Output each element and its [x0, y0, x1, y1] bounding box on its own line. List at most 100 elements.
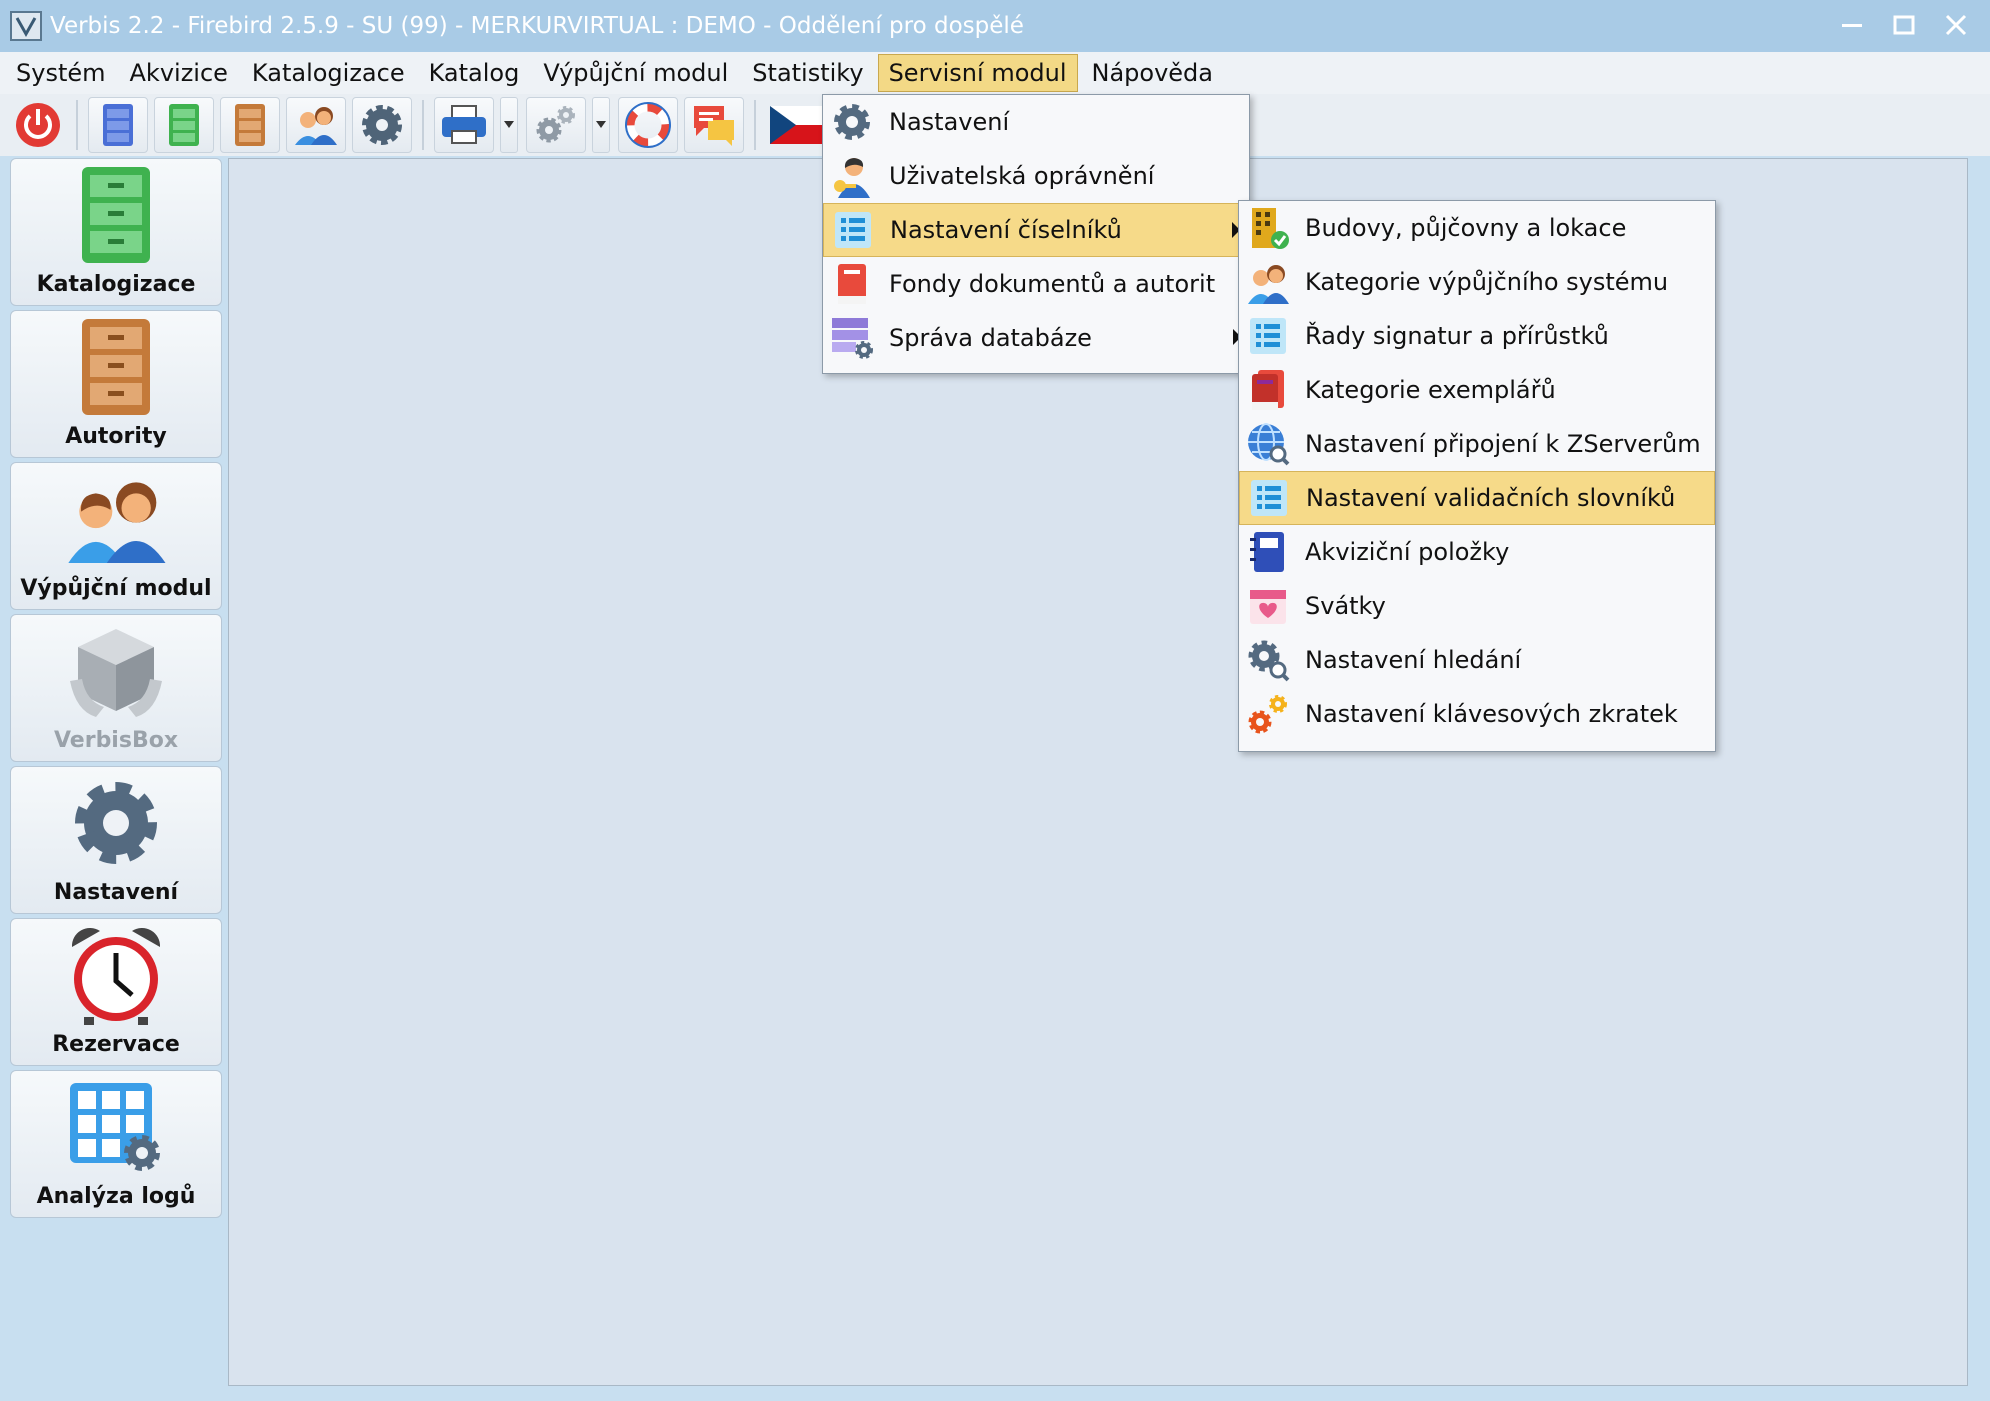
book-icon — [829, 261, 875, 307]
power-icon — [16, 103, 60, 147]
menu-item-label: Nastavení — [889, 108, 1010, 136]
settings-button[interactable] — [352, 97, 412, 153]
maximize-button[interactable] — [1888, 6, 1920, 44]
box-icon — [61, 616, 171, 726]
title-bar: Verbis 2.2 - Firebird 2.5.9 - SU (99) - … — [0, 0, 1990, 52]
menu-item-nastaveni-ciselniku[interactable]: Nastavení číselníků — [823, 203, 1249, 257]
building-check-icon — [1245, 205, 1291, 251]
menu-vypujcni-modul[interactable]: Výpůjční modul — [533, 54, 738, 92]
menu-katalogizace[interactable]: Katalogizace — [242, 54, 415, 92]
menu-akvizice[interactable]: Akvizice — [120, 54, 238, 92]
sidebar-item-analyza-logu[interactable]: Analýza logů — [10, 1070, 222, 1218]
print-button[interactable] — [434, 97, 494, 153]
menu-item-budovy[interactable]: Budovy, půjčovny a lokace — [1239, 201, 1715, 255]
menu-item-svatky[interactable]: Svátky — [1239, 579, 1715, 633]
power-button[interactable] — [10, 97, 66, 153]
print-dropdown-button[interactable] — [500, 97, 518, 153]
toolbar-separator — [754, 100, 756, 150]
tools-dropdown-button[interactable] — [592, 97, 610, 153]
gears-gray-icon — [536, 106, 575, 143]
menu-item-nastaveni-hledani[interactable]: Nastavení hledání — [1239, 633, 1715, 687]
blue-cabinet-button[interactable] — [88, 97, 148, 153]
menu-item-nastaveni[interactable]: Nastavení — [823, 95, 1249, 149]
menu-item-rady-signatur[interactable]: Řady signatur a přírůstků — [1239, 309, 1715, 363]
menu-item-fondy-dokumentu[interactable]: Fondy dokumentů a autorit — [823, 257, 1249, 311]
menu-servisni-modul[interactable]: Servisní modul — [877, 54, 1078, 92]
sidebar-item-label: Autority — [65, 424, 167, 449]
gear-icon — [829, 99, 875, 145]
menu-item-label: Nastavení validačních slovníků — [1306, 484, 1676, 512]
czech-flag-icon — [770, 106, 822, 144]
menu-item-label: Nastavení hledání — [1305, 646, 1522, 674]
books-icon — [1245, 367, 1291, 413]
brown-cabinet-button[interactable] — [220, 97, 280, 153]
menu-item-zservery[interactable]: Nastavení připojení k ZServerům — [1239, 417, 1715, 471]
gear-icon — [362, 105, 402, 145]
green-cabinet-button[interactable] — [154, 97, 214, 153]
sidebar: Katalogizace Autority Výpůjční modul Ver… — [10, 158, 224, 1222]
menu-system[interactable]: Systém — [6, 54, 116, 92]
menu-item-kategorie-vypujcniho-systemu[interactable]: Kategorie výpůjčního systému — [1239, 255, 1715, 309]
menu-napoveda[interactable]: Nápověda — [1082, 54, 1224, 92]
messages-button[interactable] — [684, 97, 744, 153]
calendar-heart-icon — [1245, 583, 1291, 629]
menu-katalog[interactable]: Katalog — [419, 54, 530, 92]
sidebar-item-label: Analýza logů — [36, 1184, 196, 1209]
menu-item-label: Nastavení klávesových zkratek — [1305, 700, 1678, 728]
minimize-icon — [1842, 24, 1862, 27]
menu-item-sprava-databaze[interactable]: Správa databáze — [823, 311, 1249, 365]
sidebar-item-autority[interactable]: Autority — [10, 310, 222, 458]
sidebar-item-label: Nastavení — [53, 880, 179, 905]
maximize-icon — [1893, 15, 1915, 35]
blue-cabinet-icon — [103, 104, 133, 146]
users-button[interactable] — [286, 97, 346, 153]
close-button[interactable] — [1940, 6, 1972, 44]
printer-icon — [442, 105, 486, 144]
sidebar-item-katalogizace[interactable]: Katalogizace — [10, 158, 222, 306]
menu-item-label: Nastavení číselníků — [890, 216, 1122, 244]
sidebar-item-rezervace[interactable]: Rezervace — [10, 918, 222, 1066]
sidebar-item-nastaveni[interactable]: Nastavení — [10, 766, 222, 914]
menu-bar: Systém Akvizice Katalogizace Katalog Výp… — [0, 52, 1990, 94]
language-button[interactable] — [766, 97, 826, 153]
users-icon — [61, 464, 171, 574]
gear-icon — [61, 768, 171, 878]
list-icon — [1246, 475, 1292, 521]
database-gear-icon — [829, 315, 875, 361]
menu-item-validacni-slovniky[interactable]: Nastavení validačních slovníků — [1239, 471, 1715, 525]
minimize-button[interactable] — [1836, 6, 1868, 44]
menu-item-klavesove-zkratky[interactable]: Nastavení klávesových zkratek — [1239, 687, 1715, 741]
servisni-modul-menu: Nastavení Uživatelská oprávnění Nastaven… — [822, 94, 1250, 374]
menu-item-label: Fondy dokumentů a autorit — [889, 270, 1216, 298]
sidebar-item-vypujcni-modul[interactable]: Výpůjční modul — [10, 462, 222, 610]
menu-item-kategorie-exemplaru[interactable]: Kategorie exemplářů — [1239, 363, 1715, 417]
menu-item-label: Akviziční položky — [1305, 538, 1510, 566]
menu-item-label: Uživatelská oprávnění — [889, 162, 1155, 190]
chevron-down-icon — [504, 121, 514, 128]
close-icon — [1945, 14, 1967, 36]
menu-item-label: Nastavení připojení k ZServerům — [1305, 430, 1701, 458]
sidebar-item-verbisbox[interactable]: VerbisBox — [10, 614, 222, 762]
gears-icon — [1245, 691, 1291, 737]
chevron-down-icon — [596, 121, 606, 128]
green-cabinet-icon — [61, 160, 171, 270]
menu-item-label: Správa databáze — [889, 324, 1092, 352]
menu-item-label: Kategorie exemplářů — [1305, 376, 1556, 404]
list-icon — [1245, 313, 1291, 359]
green-cabinet-icon — [169, 104, 199, 146]
window-title: Verbis 2.2 - Firebird 2.5.9 - SU (99) - … — [50, 13, 1024, 39]
menu-statistiky[interactable]: Statistiky — [742, 54, 873, 92]
app-logo-icon — [8, 8, 44, 44]
chat-icon — [694, 106, 734, 146]
users-icon — [1245, 259, 1291, 305]
gear-search-icon — [1245, 637, 1291, 683]
nastaveni-ciselniku-submenu: Budovy, půjčovny a lokace Kategorie výpů… — [1238, 200, 1716, 752]
help-button[interactable] — [618, 97, 678, 153]
tools-button[interactable] — [526, 97, 586, 153]
sidebar-item-label: Rezervace — [52, 1032, 180, 1057]
menu-item-label: Budovy, půjčovny a lokace — [1305, 214, 1627, 242]
toolbar-separator — [76, 100, 78, 150]
user-key-icon — [829, 153, 875, 199]
menu-item-uzivatelska-opravneni[interactable]: Uživatelská oprávnění — [823, 149, 1249, 203]
menu-item-akvizicni-polozky[interactable]: Akviziční položky — [1239, 525, 1715, 579]
